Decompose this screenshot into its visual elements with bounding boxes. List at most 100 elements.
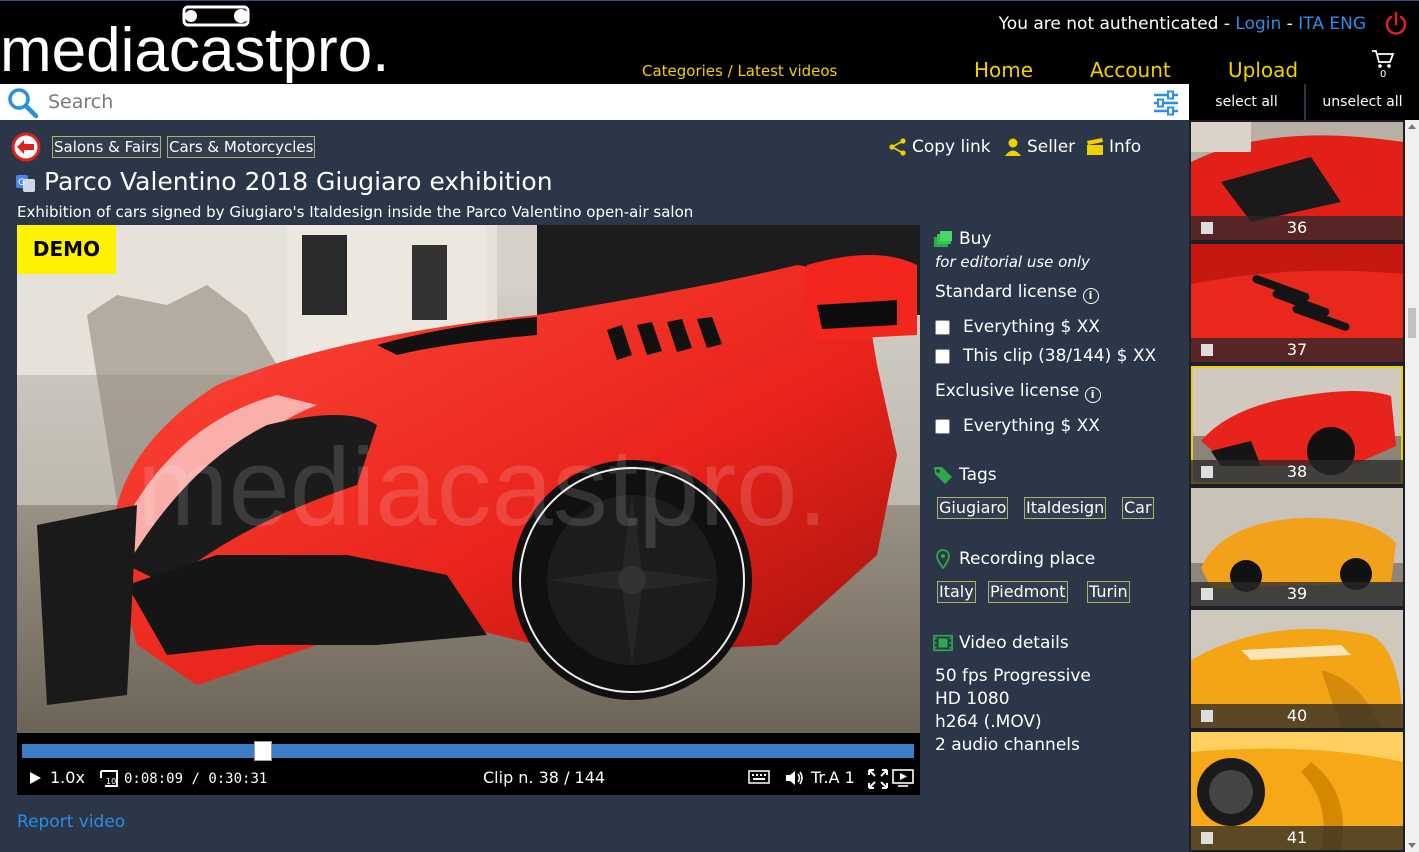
info-label: Info <box>1109 137 1142 157</box>
video-description: Exhibition of cars signed by Giugiaro's … <box>17 203 694 221</box>
detail-resolution: HD 1080 <box>935 689 1010 709</box>
exclusive-everything-option[interactable]: Everything $ XX <box>935 416 1100 436</box>
volume-icon[interactable] <box>785 769 805 787</box>
seller-button[interactable]: Seller <box>1003 137 1075 157</box>
standard-this-clip-checkbox[interactable] <box>935 348 950 364</box>
picture-in-picture-icon[interactable] <box>892 769 914 787</box>
exclusive-license-info-icon[interactable]: i <box>1084 387 1101 403</box>
fullscreen-icon[interactable] <box>868 769 888 789</box>
thumbnail-bar: 41 <box>1191 826 1403 850</box>
keyboard-icon[interactable] <box>748 770 770 784</box>
info-button[interactable]: Info <box>1085 137 1141 157</box>
place-italy[interactable]: Italy <box>937 581 976 603</box>
exclusive-everything-checkbox[interactable] <box>935 418 950 434</box>
lang-eng-link[interactable]: ENG <box>1329 14 1366 34</box>
thumbnail-number: 36 <box>1286 218 1308 237</box>
copy-link-label: Copy link <box>912 137 991 157</box>
standard-license-info-icon[interactable]: i <box>1082 288 1099 304</box>
place-piedmont[interactable]: Piedmont <box>988 581 1068 603</box>
login-link[interactable]: Login <box>1235 14 1281 34</box>
report-video-link[interactable]: Report video <box>17 812 125 832</box>
map-pin-icon <box>936 549 950 569</box>
tag-italdesign[interactable]: Italdesign <box>1024 497 1107 519</box>
time-current: 0:08:09 <box>124 771 184 787</box>
thumbnail-clip-37[interactable]: 37 <box>1191 244 1403 362</box>
money-icon <box>934 231 952 247</box>
thumbnail-clip-36[interactable]: 36 <box>1191 122 1403 240</box>
editorial-note: for editorial use only <box>935 253 1090 271</box>
thumbnail-clip-39[interactable]: 39 <box>1191 488 1403 606</box>
nav-account[interactable]: Account <box>1090 58 1171 82</box>
thumbnail-number: 39 <box>1286 584 1308 603</box>
thumbnail-bar: 36 <box>1191 216 1403 240</box>
lang-ita-link[interactable]: ITA <box>1298 14 1324 34</box>
tag-giugiaro[interactable]: Giugiaro <box>937 497 1009 519</box>
auth-text: You are not authenticated - <box>998 14 1236 34</box>
unselect-all-button[interactable]: unselect all <box>1306 84 1419 120</box>
categories-link[interactable]: Categories / Latest videos <box>642 62 837 80</box>
header: mediacastpro. You are not authenticated … <box>0 0 1419 84</box>
copy-link-button[interactable]: Copy link <box>888 137 991 157</box>
exclusive-license-heading: Exclusive license i <box>935 381 1101 403</box>
play-icon[interactable] <box>27 770 43 786</box>
rewind-10-icon[interactable]: 10 <box>99 768 119 788</box>
tags-section-title: Tags <box>933 465 997 485</box>
playback-speed[interactable]: 1.0x <box>50 768 85 787</box>
app-root: mediacastpro. You are not authenticated … <box>0 0 1419 852</box>
standard-everything-label: Everything $ XX <box>963 317 1100 337</box>
progress-handle[interactable] <box>253 741 272 761</box>
video-frame[interactable]: mediacastpro. DEMO <box>17 225 920 733</box>
main-content: Salons & Fairs Cars & Motorcycles Copy l… <box>0 120 1189 852</box>
cart-count: 0 <box>1380 69 1387 80</box>
standard-everything-checkbox[interactable] <box>935 319 950 335</box>
svg-text:10: 10 <box>106 777 116 786</box>
translate-icon[interactable]: G <box>16 173 36 193</box>
recording-place-section-title: Recording place <box>933 549 1095 569</box>
filter-sliders-icon[interactable] <box>1153 90 1179 116</box>
back-arrow-icon[interactable] <box>11 132 41 162</box>
clip-counter: Clip n. 38 / 144 <box>483 768 606 787</box>
auth-status: You are not authenticated - Login - ITA … <box>999 14 1366 34</box>
clip-thumbnail-list[interactable]: 36 37 38 39 40 41 <box>1189 120 1405 852</box>
video-player[interactable]: mediacastpro. DEMO 1.0x 10 0:08:09 / 0:3… <box>17 225 920 795</box>
standard-license-heading: Standard license i <box>935 282 1099 304</box>
seller-person-icon <box>1005 138 1021 156</box>
scrollbar-thumb[interactable] <box>1408 308 1416 338</box>
scroll-up-arrow[interactable] <box>1408 124 1416 129</box>
nav-upload[interactable]: Upload <box>1228 58 1298 82</box>
standard-everything-option[interactable]: Everything $ XX <box>935 317 1100 337</box>
thumbnail-clip-38-selected[interactable]: 38 <box>1191 366 1403 484</box>
exclusive-license-label: Exclusive license <box>935 381 1080 401</box>
share-icon <box>889 138 906 156</box>
standard-license-label: Standard license <box>935 282 1078 302</box>
scroll-down-arrow[interactable] <box>1408 843 1416 848</box>
video-details-label: Video details <box>959 633 1069 653</box>
tag-car[interactable]: Car <box>1122 497 1154 519</box>
place-turin[interactable]: Turin <box>1087 581 1130 603</box>
thumbnail-scrollbar[interactable] <box>1405 120 1419 852</box>
breadcrumb-salons-fairs[interactable]: Salons & Fairs <box>52 136 162 158</box>
detail-audio: 2 audio channels <box>935 735 1080 755</box>
mediacastpro-logo[interactable]: mediacastpro. <box>0 3 440 83</box>
search-input[interactable] <box>48 87 1128 117</box>
audio-track[interactable]: Tr.A 1 <box>811 768 855 787</box>
auth-sep: - <box>1281 14 1299 34</box>
demo-badge: DEMO <box>17 225 116 274</box>
thumbnail-number: 40 <box>1286 706 1308 725</box>
thumbnail-clip-41[interactable]: 41 <box>1191 732 1403 850</box>
recording-place-label: Recording place <box>959 549 1096 569</box>
seller-label: Seller <box>1027 137 1076 157</box>
search-icon[interactable] <box>6 87 40 119</box>
progress-track[interactable] <box>22 741 914 761</box>
select-all-button[interactable]: select all <box>1189 84 1304 120</box>
standard-this-clip-option[interactable]: This clip (38/144) $ XX <box>935 346 1156 366</box>
breadcrumb-cars-motorcycles[interactable]: Cars & Motorcycles <box>167 136 316 158</box>
power-icon[interactable] <box>1383 11 1409 37</box>
video-details-section-title: Video details <box>933 633 1069 653</box>
thumbnail-bar: 38 <box>1191 460 1403 484</box>
thumbnail-clip-40[interactable]: 40 <box>1191 610 1403 728</box>
thumbnail-bar: 40 <box>1191 704 1403 728</box>
time-separator: / <box>183 771 209 787</box>
nav-home[interactable]: Home <box>974 58 1033 82</box>
thumbnail-number: 37 <box>1286 340 1308 359</box>
